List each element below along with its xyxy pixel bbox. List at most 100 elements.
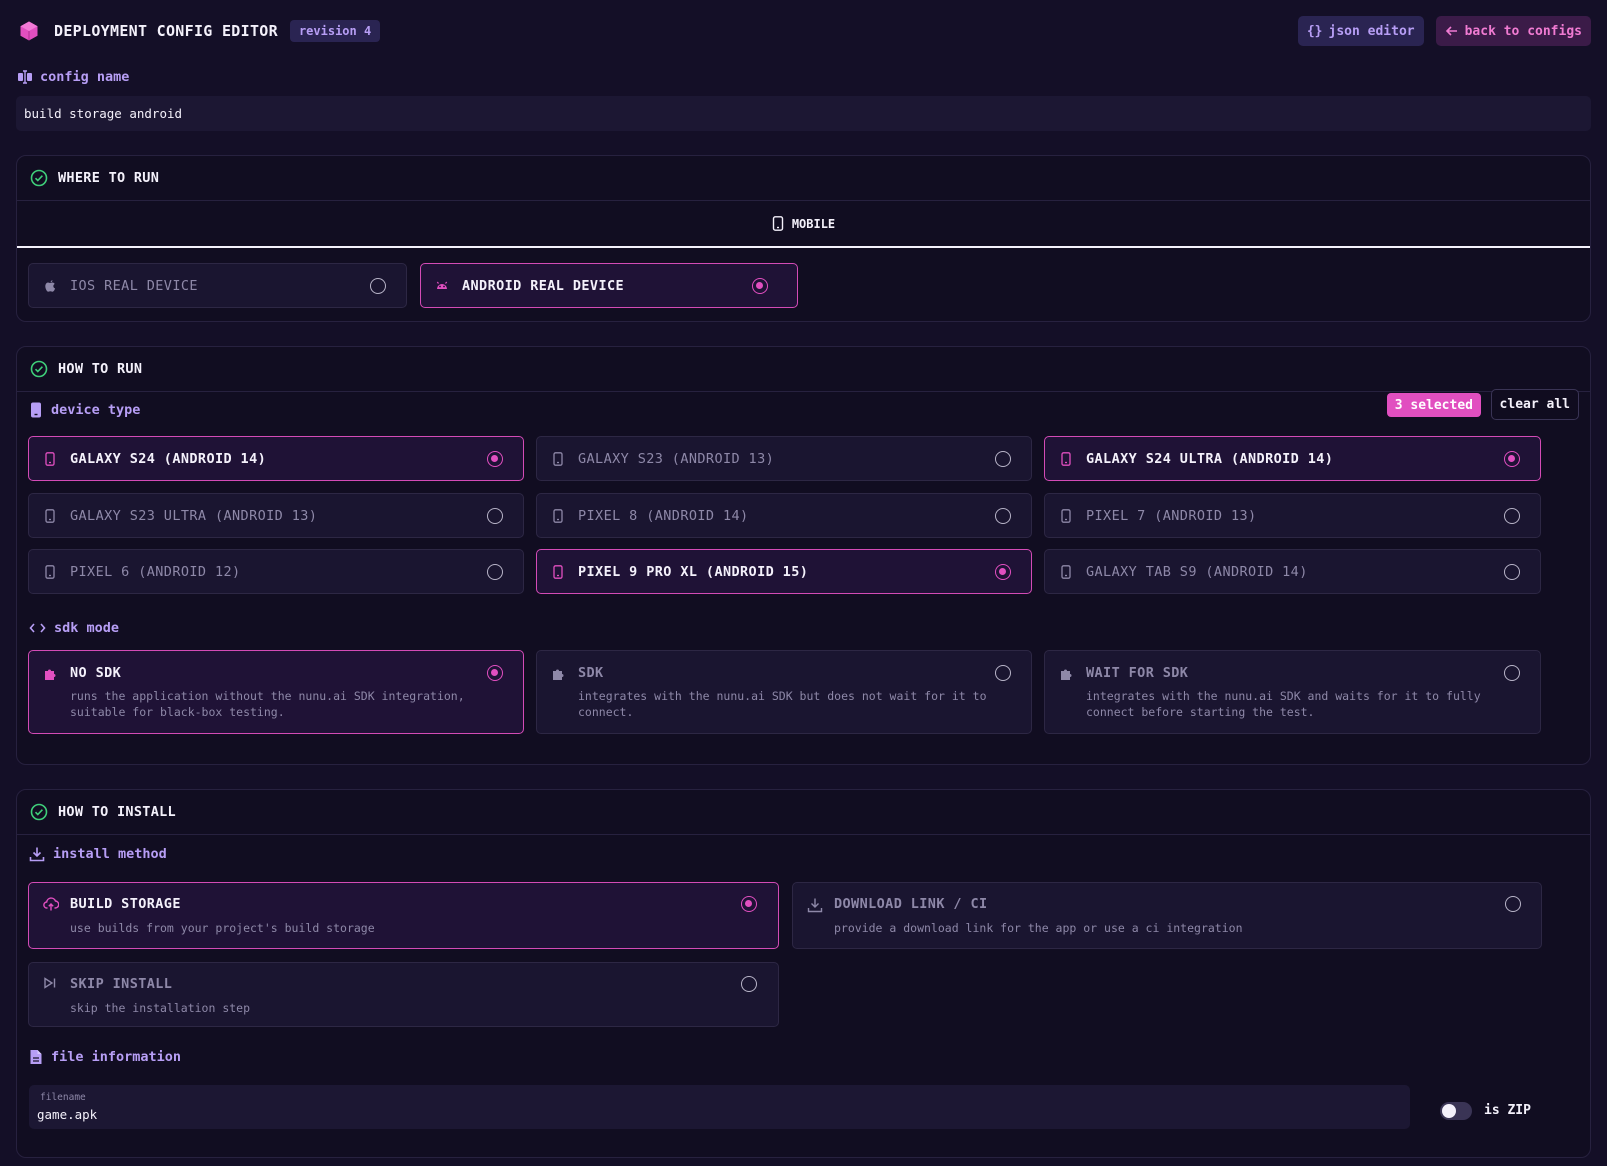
device-option-label: GALAXY S23 ULTRA (ANDROID 13): [70, 508, 318, 524]
ios-real-device-label: IOS REAL DEVICE: [70, 278, 198, 294]
tab-mobile[interactable]: MOBILE: [17, 201, 1590, 248]
ios-real-device-option[interactable]: IOS REAL DEVICE: [28, 263, 407, 308]
where-to-run-header: WHERE TO RUN: [17, 156, 1590, 201]
device-radio[interactable]: [487, 564, 503, 580]
device-radio[interactable]: [1504, 508, 1520, 524]
device-option[interactable]: GALAXY S24 (ANDROID 14): [28, 436, 524, 481]
tab-mobile-label: MOBILE: [791, 216, 836, 231]
device-type-label-row: device type: [29, 402, 140, 418]
sdk-mode-label: NO SDK: [70, 665, 122, 681]
download-link-radio[interactable]: [1505, 896, 1521, 912]
device-radio[interactable]: [995, 508, 1011, 524]
device-option[interactable]: PIXEL 6 (ANDROID 12): [28, 549, 524, 594]
device-radio[interactable]: [1504, 451, 1520, 467]
sdk-puzzle-icon: [1061, 669, 1072, 680]
device-option-label: GALAXY S23 (ANDROID 13): [578, 451, 775, 467]
sdk-mode-desc: integrates with the nunu.ai SDK and wait…: [1086, 689, 1481, 719]
how-to-run-section: HOW TO RUN device type 3 selected clear …: [16, 346, 1591, 765]
json-editor-button[interactable]: {} json editor: [1297, 16, 1424, 46]
skip-forward-icon: [44, 977, 56, 989]
filename-value: game.apk: [37, 1107, 98, 1122]
sdk-mode-desc: runs the application without the nunu.ai…: [70, 689, 465, 719]
smartphone-icon: [1061, 509, 1071, 523]
device-option[interactable]: GALAXY S24 ULTRA (ANDROID 14): [1044, 436, 1541, 481]
back-label: back to configs: [1464, 23, 1582, 39]
smartphone-icon: [45, 509, 55, 523]
build-storage-radio[interactable]: [741, 896, 757, 912]
apple-icon: [45, 280, 56, 292]
build-storage-label: BUILD STORAGE: [70, 896, 181, 912]
device-radio[interactable]: [487, 451, 503, 467]
back-to-configs-button[interactable]: back to configs: [1435, 16, 1591, 46]
file-information-label-row: file information: [29, 1049, 181, 1065]
smartphone-icon: [553, 565, 563, 579]
cloud-upload-icon: [43, 897, 59, 911]
device-option-label: PIXEL 8 (ANDROID 14): [578, 508, 749, 524]
cube-logo-icon: [20, 21, 38, 41]
smartphone-icon: [45, 452, 55, 466]
file-information-label: file information: [51, 1049, 182, 1065]
braces-icon: {}: [1306, 23, 1323, 39]
device-option[interactable]: PIXEL 8 (ANDROID 14): [536, 493, 1032, 538]
device-radio[interactable]: [487, 508, 503, 524]
how-to-install-title: HOW TO INSTALL: [58, 804, 176, 820]
device-type-label: device type: [51, 402, 141, 418]
how-to-run-title: HOW TO RUN: [58, 361, 143, 377]
sdk-mode-radio[interactable]: [1504, 665, 1520, 681]
device-option[interactable]: GALAXY S23 ULTRA (ANDROID 13): [28, 493, 524, 538]
check-circle-icon: [30, 169, 48, 187]
android-real-device-option[interactable]: ANDROID REAL DEVICE: [420, 263, 798, 308]
smartphone-icon: [45, 565, 55, 579]
device-option[interactable]: PIXEL 9 PRO XL (ANDROID 15): [536, 549, 1032, 594]
build-storage-option[interactable]: BUILD STORAGE use builds from your proje…: [28, 882, 779, 949]
device-option[interactable]: GALAXY S23 (ANDROID 13): [536, 436, 1032, 481]
revision-badge: revision 4: [289, 20, 381, 42]
download-icon: [29, 847, 45, 862]
json-editor-label: json editor: [1328, 23, 1415, 39]
android-real-device-label: ANDROID REAL DEVICE: [462, 278, 625, 294]
skip-install-option[interactable]: SKIP INSTALL skip the installation step: [28, 962, 779, 1027]
android-icon: [436, 281, 448, 289]
sdk-mode-radio[interactable]: [487, 665, 503, 681]
ios-radio[interactable]: [370, 278, 386, 294]
sdk-mode-label: SDK: [578, 665, 604, 681]
sdk-mode-label: sdk mode: [54, 620, 120, 636]
device-option[interactable]: PIXEL 7 (ANDROID 13): [1044, 493, 1541, 538]
install-method-label: install method: [53, 846, 167, 862]
sdk-mode-option[interactable]: NO SDK runs the application without the n…: [28, 650, 524, 734]
filename-label: filename: [40, 1092, 86, 1103]
device-radio[interactable]: [995, 564, 1011, 580]
build-storage-desc: use builds from your project's build sto…: [70, 921, 375, 935]
arrow-left-icon: [1445, 26, 1457, 36]
filename-input[interactable]: filename game.apk: [29, 1085, 1410, 1129]
device-radio[interactable]: [1504, 564, 1520, 580]
how-to-run-header: HOW TO RUN: [17, 347, 1590, 392]
code-icon: [29, 623, 46, 633]
is-zip-toggle[interactable]: [1440, 1102, 1472, 1120]
download-link-desc: provide a download link for the app or u…: [834, 921, 1243, 935]
clear-all-button[interactable]: clear all: [1490, 389, 1579, 420]
download-link-option[interactable]: DOWNLOAD LINK / CI provide a download li…: [792, 882, 1542, 949]
sdk-mode-option[interactable]: WAIT FOR SDK integrates with the nunu.ai …: [1044, 650, 1541, 734]
check-circle-icon: [30, 360, 48, 378]
device-radio[interactable]: [995, 451, 1011, 467]
how-to-install-section: HOW TO INSTALL install method BUILD STOR…: [16, 789, 1591, 1158]
device-option-label: GALAXY TAB S9 (ANDROID 14): [1086, 564, 1308, 580]
skip-install-radio[interactable]: [741, 976, 757, 992]
sdk-mode-radio[interactable]: [995, 665, 1011, 681]
smartphone-icon: [1061, 452, 1071, 466]
smartphone-icon: [553, 509, 563, 523]
device-option[interactable]: GALAXY TAB S9 (ANDROID 14): [1044, 549, 1541, 594]
device-option-label: PIXEL 6 (ANDROID 12): [70, 564, 241, 580]
android-radio[interactable]: [752, 278, 768, 294]
install-method-label-row: install method: [29, 846, 167, 862]
is-zip-label: is ZIP: [1484, 1103, 1531, 1118]
download-link-label: DOWNLOAD LINK / CI: [834, 896, 988, 912]
where-to-run-section: WHERE TO RUN MOBILE IOS REAL DEVICE ANDR…: [16, 155, 1591, 322]
check-circle-icon: [30, 803, 48, 821]
config-name-input[interactable]: build storage android: [16, 96, 1591, 131]
config-name-label: config name: [40, 69, 130, 85]
config-name-label-row: config name: [17, 69, 129, 85]
sdk-mode-option[interactable]: SDK integrates with the nunu.ai SDK but d…: [536, 650, 1032, 734]
sdk-puzzle-icon: [45, 669, 56, 680]
